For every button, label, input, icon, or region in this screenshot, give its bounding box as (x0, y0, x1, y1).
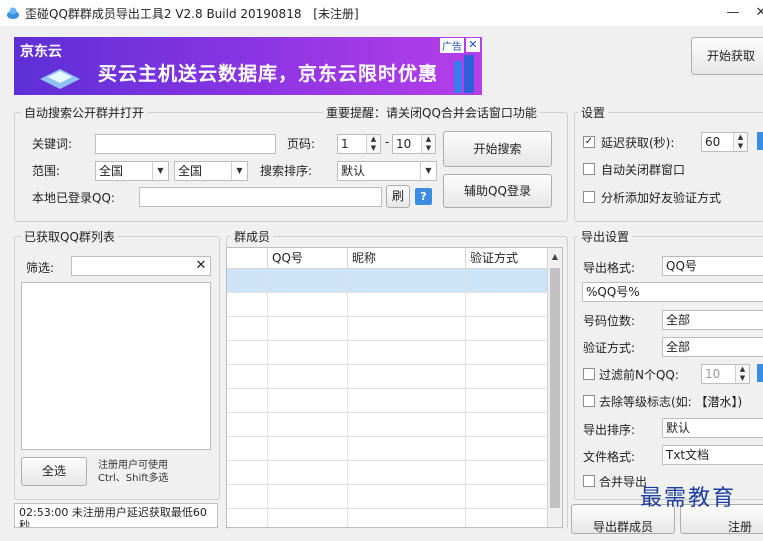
range-province-select[interactable]: 全国 ▼ (95, 161, 169, 181)
sort-select[interactable]: 默认 ▼ (337, 161, 437, 181)
app-icon (7, 7, 19, 19)
export-format-select[interactable]: QQ号 (662, 256, 763, 276)
local-qq-input[interactable] (139, 187, 382, 207)
close-button[interactable]: ✕ (746, 0, 763, 26)
ad-label: 广告 (440, 38, 464, 53)
page-from-spinner[interactable]: 1 ▲ ▼ (337, 134, 381, 154)
building-icon (454, 55, 474, 93)
keyword-label: 关键词: (32, 137, 73, 151)
hint-line-1: 注册用户可使用 (98, 460, 168, 471)
start-fetch-button[interactable]: 开始获取 (691, 37, 763, 75)
analyze-checkbox[interactable] (583, 191, 595, 203)
digits-label: 号码位数: (583, 314, 636, 328)
banner-close-icon[interactable]: ✕ (466, 38, 480, 52)
export-legend: 导出设置 (578, 228, 633, 245)
help-icon[interactable]: ? (415, 188, 432, 205)
minimize-button[interactable]: — (718, 0, 748, 26)
hint-line-2: Ctrl、Shift多选 (98, 473, 169, 484)
page-to-spinner[interactable]: 10 ▲ ▼ (392, 134, 436, 154)
page-from-value: 1 (341, 137, 349, 151)
refresh-button[interactable]: 刷 (386, 185, 410, 208)
auto-close-checkbox[interactable] (583, 163, 595, 175)
spin-arrows-icon[interactable]: ▲ ▼ (366, 135, 380, 153)
spin-arrows-icon[interactable]: ▲ ▼ (421, 135, 435, 153)
merge-export-checkbox[interactable] (583, 475, 595, 487)
page-label: 页码: (287, 137, 316, 151)
range-province-value: 全国 (99, 164, 124, 178)
ad-banner[interactable]: 京东云 买云主机送云数据库，京东云限时优惠 广告 ✕ (14, 37, 482, 95)
file-format-select[interactable]: Txt文档 (662, 445, 763, 465)
column-header-nickname[interactable]: 昵称 (348, 248, 466, 269)
export-sort-select[interactable]: 默认 (662, 418, 763, 438)
filter-input[interactable] (71, 256, 211, 276)
sort-value: 默认 (341, 164, 366, 178)
export-verify-select[interactable]: 全部 (662, 337, 763, 357)
registration-status: [未注册] (313, 7, 359, 21)
notice-text: 重要提醒：请关闭QQ合并会话窗口功能 (323, 104, 540, 121)
auto-close-label: 自动关闭群窗口 (601, 163, 686, 177)
filter-n-label: 过滤前N个QQ: (599, 368, 679, 382)
filter-n-checkbox[interactable] (583, 368, 595, 380)
delay-label: 延迟获取(秒): (601, 136, 675, 150)
spin-arrows-icon[interactable]: ▲ ▼ (733, 133, 747, 151)
clear-filter-icon[interactable]: ✕ (194, 257, 208, 275)
export-sort-value: 默认 (666, 421, 691, 435)
members-table[interactable]: QQ号 昵称 验证方式 ▲ (226, 247, 563, 528)
log-area: 02:53:00 未注册用户延迟获取最低60秒 (14, 503, 218, 528)
search-group-legend: 自动搜索公开群并打开 (21, 104, 148, 121)
chevron-down-icon[interactable]: ▼ (420, 162, 436, 180)
spin-arrows-icon[interactable]: ▲ ▼ (735, 365, 749, 383)
assist-login-button[interactable]: 辅助QQ登录 (443, 174, 552, 208)
delay-checkbox[interactable]: ✓ (583, 136, 595, 148)
export-format-label: 导出格式: (583, 261, 636, 275)
filter-label: 筛选: (26, 261, 55, 275)
window-title-text: 歪碰QQ群群成员导出工具2 V2.8 Build 20190818 (25, 7, 302, 21)
scroll-up-icon[interactable]: ▲ (548, 248, 562, 266)
range-city-value: 全国 (178, 164, 203, 178)
chevron-down-icon[interactable]: ▼ (152, 162, 168, 180)
column-header-verify[interactable]: 验证方式 (466, 248, 548, 269)
filter-n-value: 10 (705, 367, 721, 381)
strip-level-label: 去除等级标志(如: 【潜水】) (599, 395, 743, 409)
members-legend: 群成员 (231, 228, 274, 245)
cloud-server-icon (40, 69, 80, 89)
export-template-input[interactable]: %QQ号% (582, 282, 763, 302)
banner-logo: 京东云 (20, 44, 62, 60)
chevron-down-icon[interactable]: ▼ (231, 162, 247, 180)
keyword-input[interactable] (95, 134, 276, 154)
analyze-label: 分析添加好友验证方式 (601, 191, 722, 205)
filter-n-help-icon[interactable] (757, 364, 763, 382)
range-label: 范围: (32, 164, 61, 178)
page-separator: - (385, 135, 390, 149)
range-city-select[interactable]: 全国 ▼ (174, 161, 248, 181)
export-verify-label: 验证方式: (583, 341, 636, 355)
window-title: 歪碰QQ群群成员导出工具2 V2.8 Build 20190818 [未注册] (25, 5, 359, 22)
multi-select-hint: 注册用户可使用 Ctrl、Shift多选 (98, 459, 169, 485)
strip-level-checkbox[interactable] (583, 395, 595, 407)
settings-legend: 设置 (578, 104, 609, 121)
scrollbar-thumb[interactable] (550, 268, 560, 508)
sort-label: 搜索排序: (260, 164, 313, 178)
file-format-value: Txt文档 (666, 448, 710, 462)
row-header-corner (227, 248, 268, 269)
select-all-button[interactable]: 全选 (21, 457, 87, 486)
delay-help-icon[interactable] (757, 132, 763, 150)
column-header-qq[interactable]: QQ号 (268, 248, 348, 269)
file-format-label: 文件格式: (583, 450, 636, 464)
export-sort-label: 导出排序: (583, 423, 636, 437)
filter-n-spinner[interactable]: 10 ▲ ▼ (701, 364, 750, 384)
local-qq-label: 本地已登录QQ: (32, 191, 115, 205)
watermark-text: 最需教育 (640, 486, 737, 511)
start-search-button[interactable]: 开始搜索 (443, 131, 552, 167)
banner-slogan: 买云主机送云数据库，京东云限时优惠 (98, 63, 439, 85)
group-listbox[interactable] (21, 282, 211, 450)
digits-select[interactable]: 全部 (662, 310, 763, 330)
delay-value: 60 (705, 135, 721, 149)
selected-row[interactable] (227, 269, 547, 292)
group-list-legend: 已获取QQ群列表 (21, 228, 118, 245)
delay-spinner[interactable]: 60 ▲ ▼ (701, 132, 748, 152)
page-to-value: 10 (396, 137, 412, 151)
